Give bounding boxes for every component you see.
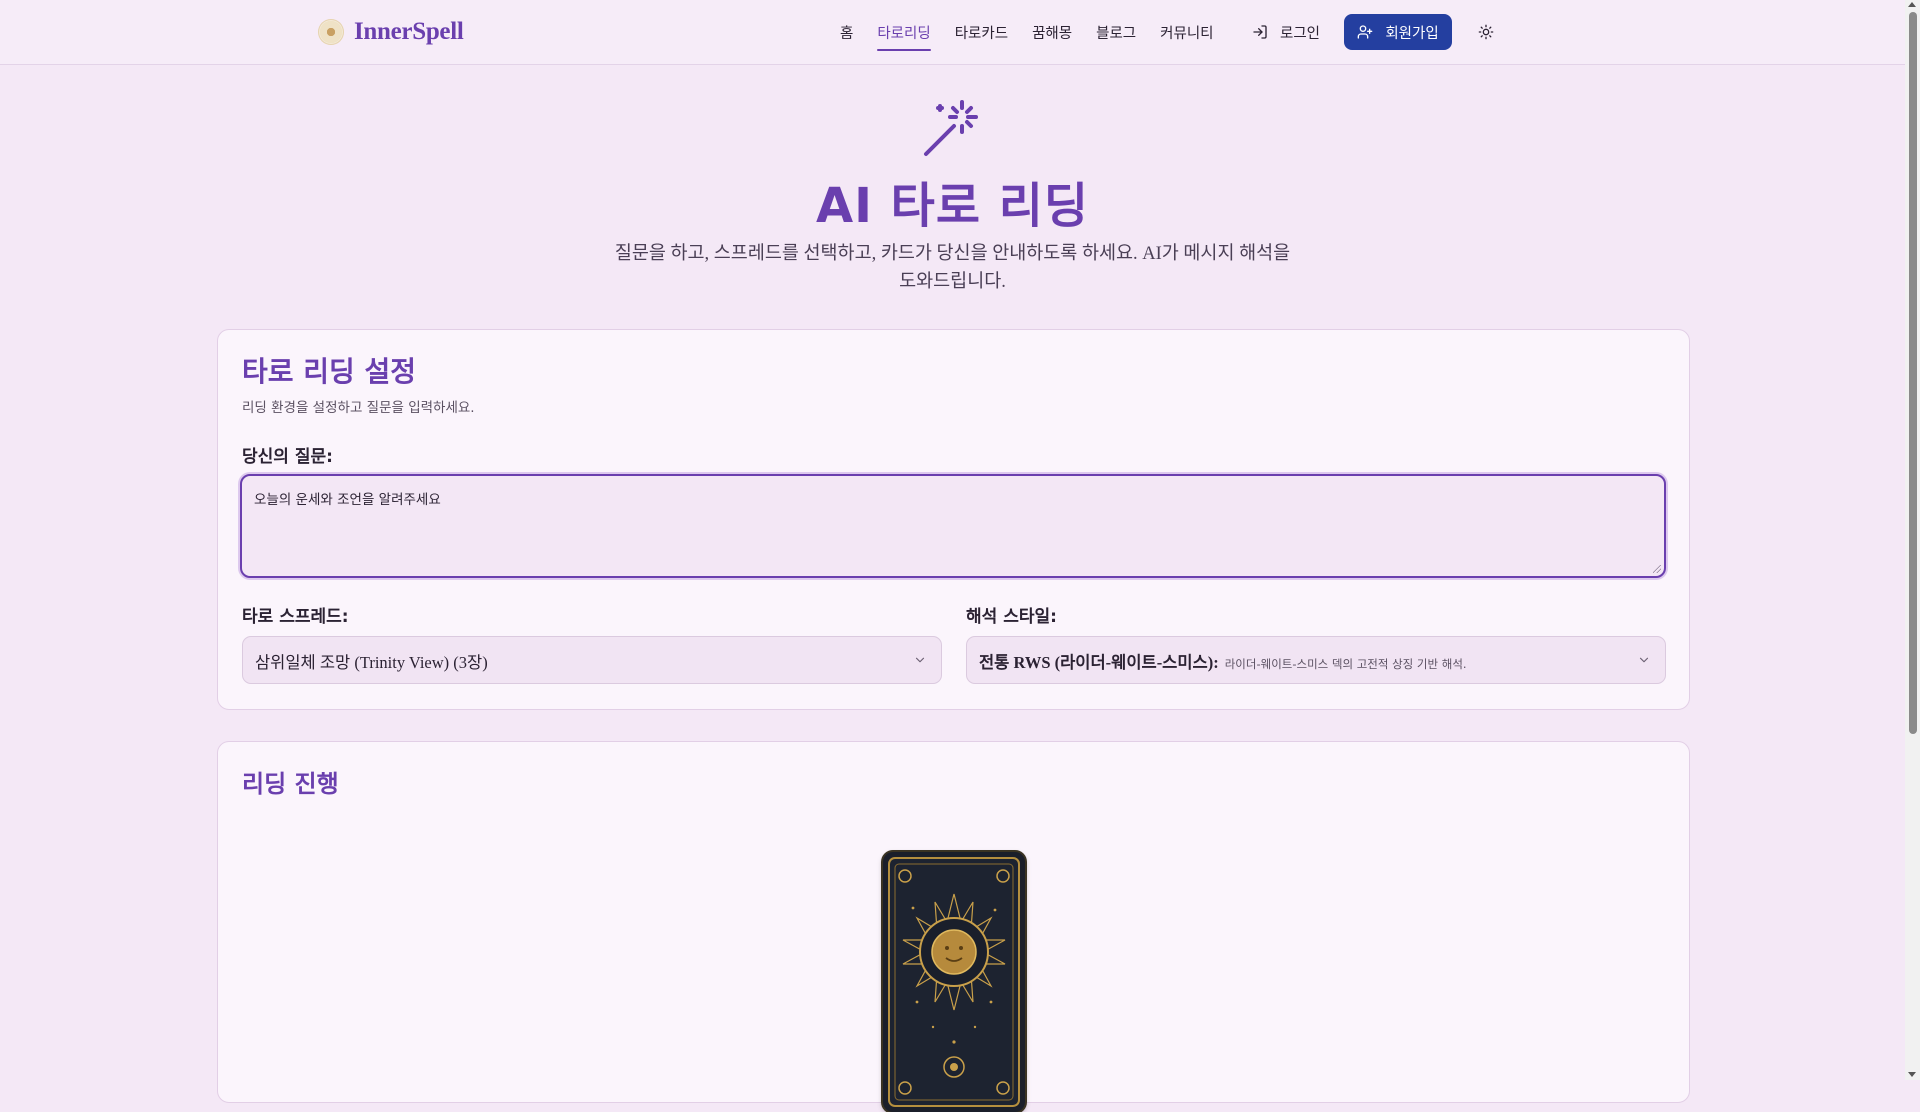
nav-home[interactable]: 홈 <box>840 16 853 49</box>
magic-wand-icon <box>924 100 978 156</box>
scroll-up-arrow-icon[interactable] <box>1908 2 1916 7</box>
settings-title: 타로 리딩 설정 <box>242 355 417 388</box>
nav-tarot-cards[interactable]: 타로카드 <box>955 16 1008 49</box>
logo-text: InnerSpell <box>354 18 464 45</box>
style-value: 전통 RWS (라이더-웨이트-스미스): 라이더-웨이트-스미스 덱의 고전적 … <box>979 649 1467 673</box>
style-description: 라이더-웨이트-스미스 덱의 고전적 상징 기반 해석. <box>1224 657 1467 671</box>
nav-community[interactable]: 커뮤니티 <box>1160 16 1213 49</box>
login-icon <box>1253 25 1267 39</box>
settings-description: 리딩 환경을 설정하고 질문을 입력하세요. <box>242 400 475 416</box>
spread-select[interactable]: 삼위일체 조망 (Trinity View) (3장) <box>242 636 942 684</box>
logo[interactable]: InnerSpell <box>318 14 464 50</box>
scroll-down-arrow-icon[interactable] <box>1908 1072 1916 1077</box>
sun-icon <box>1478 24 1494 40</box>
scroll-thumb[interactable] <box>1909 12 1917 734</box>
user-plus-icon <box>1357 25 1373 39</box>
signup-button[interactable]: 회원가입 <box>1344 14 1452 50</box>
nav-tarot-reading[interactable]: 타로리딩 <box>877 16 932 51</box>
page-scrollbar[interactable] <box>1905 0 1920 1080</box>
nav-dream-interpretation[interactable]: 꿈해몽 <box>1032 16 1072 49</box>
logo-icon <box>318 19 344 45</box>
style-name: 전통 RWS (라이더-웨이트-스미스): <box>979 653 1219 672</box>
style-label: 해석 스타일: <box>966 607 1057 627</box>
interpretation-style-select[interactable]: 전통 RWS (라이더-웨이트-스미스): 라이더-웨이트-스미스 덱의 고전적 … <box>966 636 1666 684</box>
login-button[interactable]: 로그인 <box>1252 14 1320 50</box>
spread-label: 타로 스프레드: <box>242 607 349 627</box>
chevron-down-icon <box>915 657 925 663</box>
chevron-down-icon <box>1639 657 1649 663</box>
resize-handle[interactable] <box>1653 565 1661 573</box>
spread-value: 삼위일체 조망 (Trinity View) (3장) <box>255 653 488 672</box>
question-label: 당신의 질문: <box>242 447 333 467</box>
nav-blog[interactable]: 블로그 <box>1096 16 1136 49</box>
question-textarea[interactable]: 오늘의 운세와 조언을 알려주세요 <box>240 474 1666 578</box>
progress-title: 리딩 진행 <box>242 770 339 798</box>
main-nav: 홈 타로리딩 타로카드 꿈해몽 블로그 커뮤니티 <box>840 0 1238 64</box>
page-subtitle: 질문을 하고, 스프레드를 선택하고, 카드가 당신을 안내하도록 하세요. A… <box>614 244 1291 292</box>
top-nav-bar: InnerSpell 홈 타로리딩 타로카드 꿈해몽 블로그 커뮤니티 로그인 … <box>0 0 1905 65</box>
theme-toggle-button[interactable] <box>1472 18 1500 46</box>
page-title: AI 타로 리딩 <box>815 178 1090 234</box>
login-label: 로그인 <box>1280 25 1321 42</box>
signup-label: 회원가입 <box>1385 25 1439 42</box>
tarot-deck-card[interactable] <box>883 852 1025 1112</box>
reading-settings-card: 타로 리딩 설정 리딩 환경을 설정하고 질문을 입력하세요. 당신의 질문: … <box>217 329 1690 710</box>
question-value: 오늘의 운세와 조언을 알려주세요 <box>254 492 441 508</box>
tarot-card-back-image <box>888 857 1020 1107</box>
